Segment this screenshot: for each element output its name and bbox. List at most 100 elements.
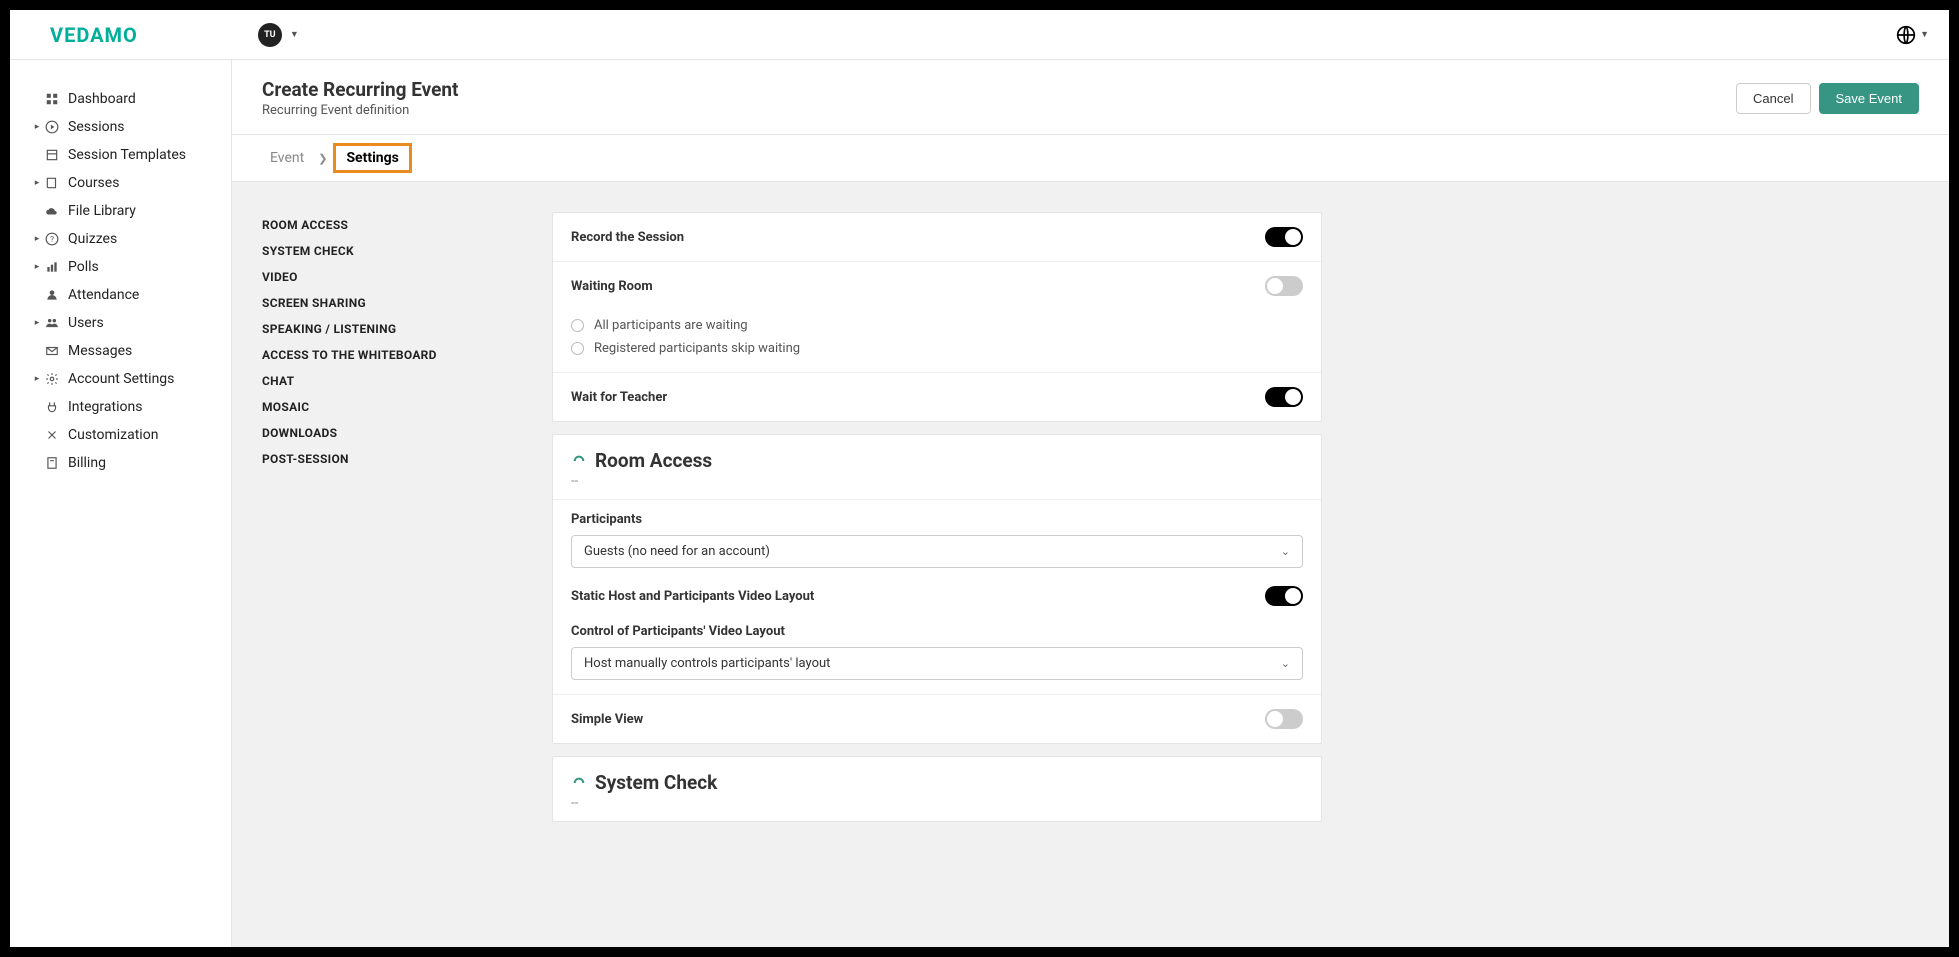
chevron-right-icon: ❯ [318, 152, 327, 165]
sidebar-item-label: Users [68, 315, 221, 331]
waiting-option-all[interactable]: All participants are waiting [571, 314, 1303, 337]
sidebar-item-label: File Library [68, 203, 221, 219]
system-check-title: System Check [595, 771, 717, 794]
subnav-chat[interactable]: CHAT [262, 368, 522, 394]
avatar: TU [258, 23, 282, 47]
mail-icon [44, 343, 60, 359]
sidebar-item-label: Account Settings [68, 371, 221, 387]
sidebar-item-label: Attendance [68, 287, 221, 303]
caret-right-icon: ▸ [30, 318, 44, 328]
wait-teacher-label: Wait for Teacher [571, 390, 667, 405]
tools-icon [44, 427, 60, 443]
control-layout-select[interactable]: Host manually controls participants' lay… [571, 647, 1303, 680]
sidebar-item-billing[interactable]: Billing [10, 449, 231, 477]
system-check-sub: -- [571, 796, 1303, 811]
sidebar-item-messages[interactable]: Messages [10, 337, 231, 365]
caret-right-icon: ▸ [30, 234, 44, 244]
gear-icon [44, 371, 60, 387]
cloud-icon [44, 203, 60, 219]
play-icon [44, 119, 60, 135]
waiting-room-toggle[interactable] [1265, 276, 1303, 296]
cancel-button[interactable]: Cancel [1736, 83, 1810, 114]
sidebar-item-integrations[interactable]: Integrations [10, 393, 231, 421]
billing-icon [44, 455, 60, 471]
sidebar-item-dashboard[interactable]: Dashboard [10, 85, 231, 113]
brand-logo[interactable]: VEDAMO [50, 23, 138, 47]
subnav-screen-sharing[interactable]: SCREEN SHARING [262, 290, 522, 316]
static-layout-label: Static Host and Participants Video Layou… [571, 589, 814, 604]
radio-icon [571, 342, 584, 355]
waiting-room-label: Waiting Room [571, 279, 653, 294]
subnav-downloads[interactable]: DOWNLOADS [262, 420, 522, 446]
sidebar-item-label: Quizzes [68, 231, 221, 247]
waiting-option-registered-label: Registered participants skip waiting [594, 341, 800, 356]
people-icon [44, 315, 60, 331]
subnav-mosaic[interactable]: MOSAIC [262, 394, 522, 420]
sidebar-item-attendance[interactable]: Attendance [10, 281, 231, 309]
simple-view-toggle[interactable] [1265, 709, 1303, 729]
user-menu[interactable]: TU ▼ [258, 23, 299, 47]
sidebar-item-users[interactable]: ▸ Users [10, 309, 231, 337]
sidebar-item-label: Courses [68, 175, 221, 191]
person-icon [44, 287, 60, 303]
subnav-room-access[interactable]: ROOM ACCESS [262, 212, 522, 238]
gauge-icon [571, 453, 587, 469]
sidebar-item-courses[interactable]: ▸ Courses [10, 169, 231, 197]
sidebar-item-account-settings[interactable]: ▸ Account Settings [10, 365, 231, 393]
room-access-title: Room Access [595, 449, 712, 472]
tab-settings[interactable]: Settings [333, 143, 411, 173]
sidebar-item-label: Integrations [68, 399, 221, 415]
simple-view-label: Simple View [571, 712, 643, 727]
caret-right-icon: ▸ [30, 262, 44, 272]
static-layout-toggle[interactable] [1265, 586, 1303, 606]
sidebar-item-quizzes[interactable]: ▸? Quizzes [10, 225, 231, 253]
sidebar-item-label: Dashboard [68, 91, 221, 107]
radio-icon [571, 319, 584, 332]
wait-teacher-toggle[interactable] [1265, 387, 1303, 407]
sidebar-item-label: Polls [68, 259, 221, 275]
help-icon: ? [44, 231, 60, 247]
chevron-down-icon: ⌄ [1281, 657, 1290, 670]
settings-sub-nav: ROOM ACCESSSYSTEM CHECKVIDEOSCREEN SHARI… [262, 212, 522, 917]
waiting-option-registered[interactable]: Registered participants skip waiting [571, 337, 1303, 360]
gauge-icon [571, 775, 587, 791]
sidebar-item-polls[interactable]: ▸ Polls [10, 253, 231, 281]
record-session-label: Record the Session [571, 230, 684, 245]
participants-value: Guests (no need for an account) [584, 544, 770, 559]
sidebar-item-session-templates[interactable]: Session Templates [10, 141, 231, 169]
record-session-toggle[interactable] [1265, 227, 1303, 247]
caret-right-icon: ▸ [30, 122, 44, 132]
page-subtitle: Recurring Event definition [262, 103, 459, 118]
participants-select[interactable]: Guests (no need for an account) ⌄ [571, 535, 1303, 568]
subnav-speaking-listening[interactable]: SPEAKING / LISTENING [262, 316, 522, 342]
sidebar-item-label: Sessions [68, 119, 221, 135]
subnav-access-to-the-whiteboard[interactable]: ACCESS TO THE WHITEBOARD [262, 342, 522, 368]
language-menu[interactable]: ▼ [1896, 25, 1929, 45]
room-access-sub: -- [571, 474, 1303, 489]
plug-icon [44, 399, 60, 415]
tab-event[interactable]: Event [262, 146, 312, 170]
sidebar-item-label: Session Templates [68, 147, 221, 163]
sidebar-item-customization[interactable]: Customization [10, 421, 231, 449]
control-layout-value: Host manually controls participants' lay… [584, 656, 830, 671]
caret-down-icon: ▼ [1920, 29, 1929, 40]
subnav-post-session[interactable]: POST-SESSION [262, 446, 522, 472]
caret-right-icon: ▸ [30, 374, 44, 384]
sidebar-item-sessions[interactable]: ▸ Sessions [10, 113, 231, 141]
sidebar-item-file-library[interactable]: File Library [10, 197, 231, 225]
caret-right-icon: ▸ [30, 178, 44, 188]
book-icon [44, 175, 60, 191]
subnav-system-check[interactable]: SYSTEM CHECK [262, 238, 522, 264]
sidebar-item-label: Customization [68, 427, 221, 443]
dashboard-icon [44, 91, 60, 107]
sidebar: Dashboard ▸ Sessions Session Templates ▸ Cour… [10, 60, 232, 947]
participants-label: Participants [571, 512, 1303, 527]
sidebar-item-label: Messages [68, 343, 221, 359]
svg-text:?: ? [50, 234, 54, 244]
save-event-button[interactable]: Save Event [1819, 83, 1920, 114]
subnav-video[interactable]: VIDEO [262, 264, 522, 290]
waiting-option-all-label: All participants are waiting [594, 318, 748, 333]
control-layout-label: Control of Participants' Video Layout [571, 624, 1303, 639]
caret-down-icon: ▼ [290, 29, 299, 40]
sidebar-item-label: Billing [68, 455, 221, 471]
